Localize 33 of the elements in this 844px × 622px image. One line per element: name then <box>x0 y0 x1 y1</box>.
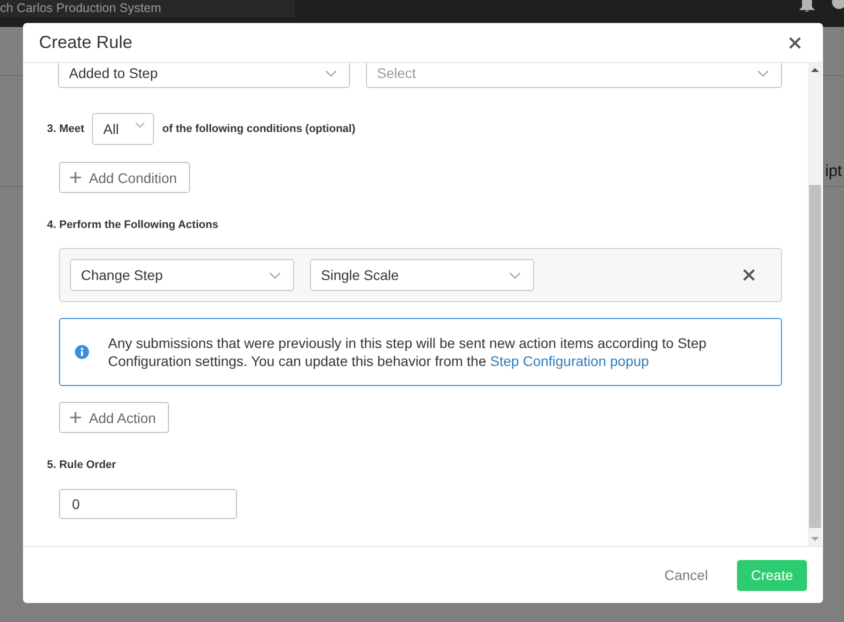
notice-text: Any submissions that were previously in this step will be sent new action items according to Step Configuration settings. You can update this behavior from the Step Configuration popup <box>108 334 708 370</box>
column-heading: ipt <box>825 163 842 181</box>
chevron-down-icon <box>269 272 281 278</box>
dialog-title: Create Rule <box>39 32 132 53</box>
bell-icon[interactable] <box>798 0 816 12</box>
chevron-down-icon <box>757 70 769 76</box>
conditions-label: 3. Meet <box>47 122 84 136</box>
add-condition-button[interactable]: Add Condition <box>59 162 190 193</box>
target-select[interactable]: Single Scale <box>310 259 534 291</box>
rule-order-input[interactable]: 0 <box>59 489 237 519</box>
close-button[interactable] <box>789 36 801 48</box>
close-icon <box>789 36 801 48</box>
cancel-button[interactable]: Cancel <box>650 560 722 590</box>
remove-action-button[interactable] <box>743 269 755 281</box>
rule-order-label: 5. Rule Order <box>47 458 116 472</box>
scrollbar-track[interactable] <box>808 63 822 546</box>
event-select[interactable]: Added to Step <box>58 63 350 88</box>
chevron-down-icon <box>509 272 521 278</box>
add-action-button[interactable]: Add Action <box>59 402 169 433</box>
match-select[interactable]: All <box>92 113 154 145</box>
app-title: ch Carlos Production System <box>0 1 162 16</box>
actions-label: 4. Perform the Following Actions <box>47 218 218 232</box>
scrollbar-thumb[interactable] <box>809 185 821 528</box>
info-icon <box>75 345 89 359</box>
plus-icon <box>70 172 81 183</box>
step-configuration-link[interactable]: Step Configuration popup <box>490 353 649 369</box>
chevron-down-icon <box>135 122 146 128</box>
action-select[interactable]: Change Step <box>70 259 294 291</box>
avatar-icon[interactable] <box>832 0 844 10</box>
close-icon <box>743 269 755 281</box>
plus-icon <box>70 412 81 423</box>
chevron-down-icon <box>325 70 337 76</box>
conditions-label-suffix: of the following conditions (optional) <box>162 122 356 136</box>
